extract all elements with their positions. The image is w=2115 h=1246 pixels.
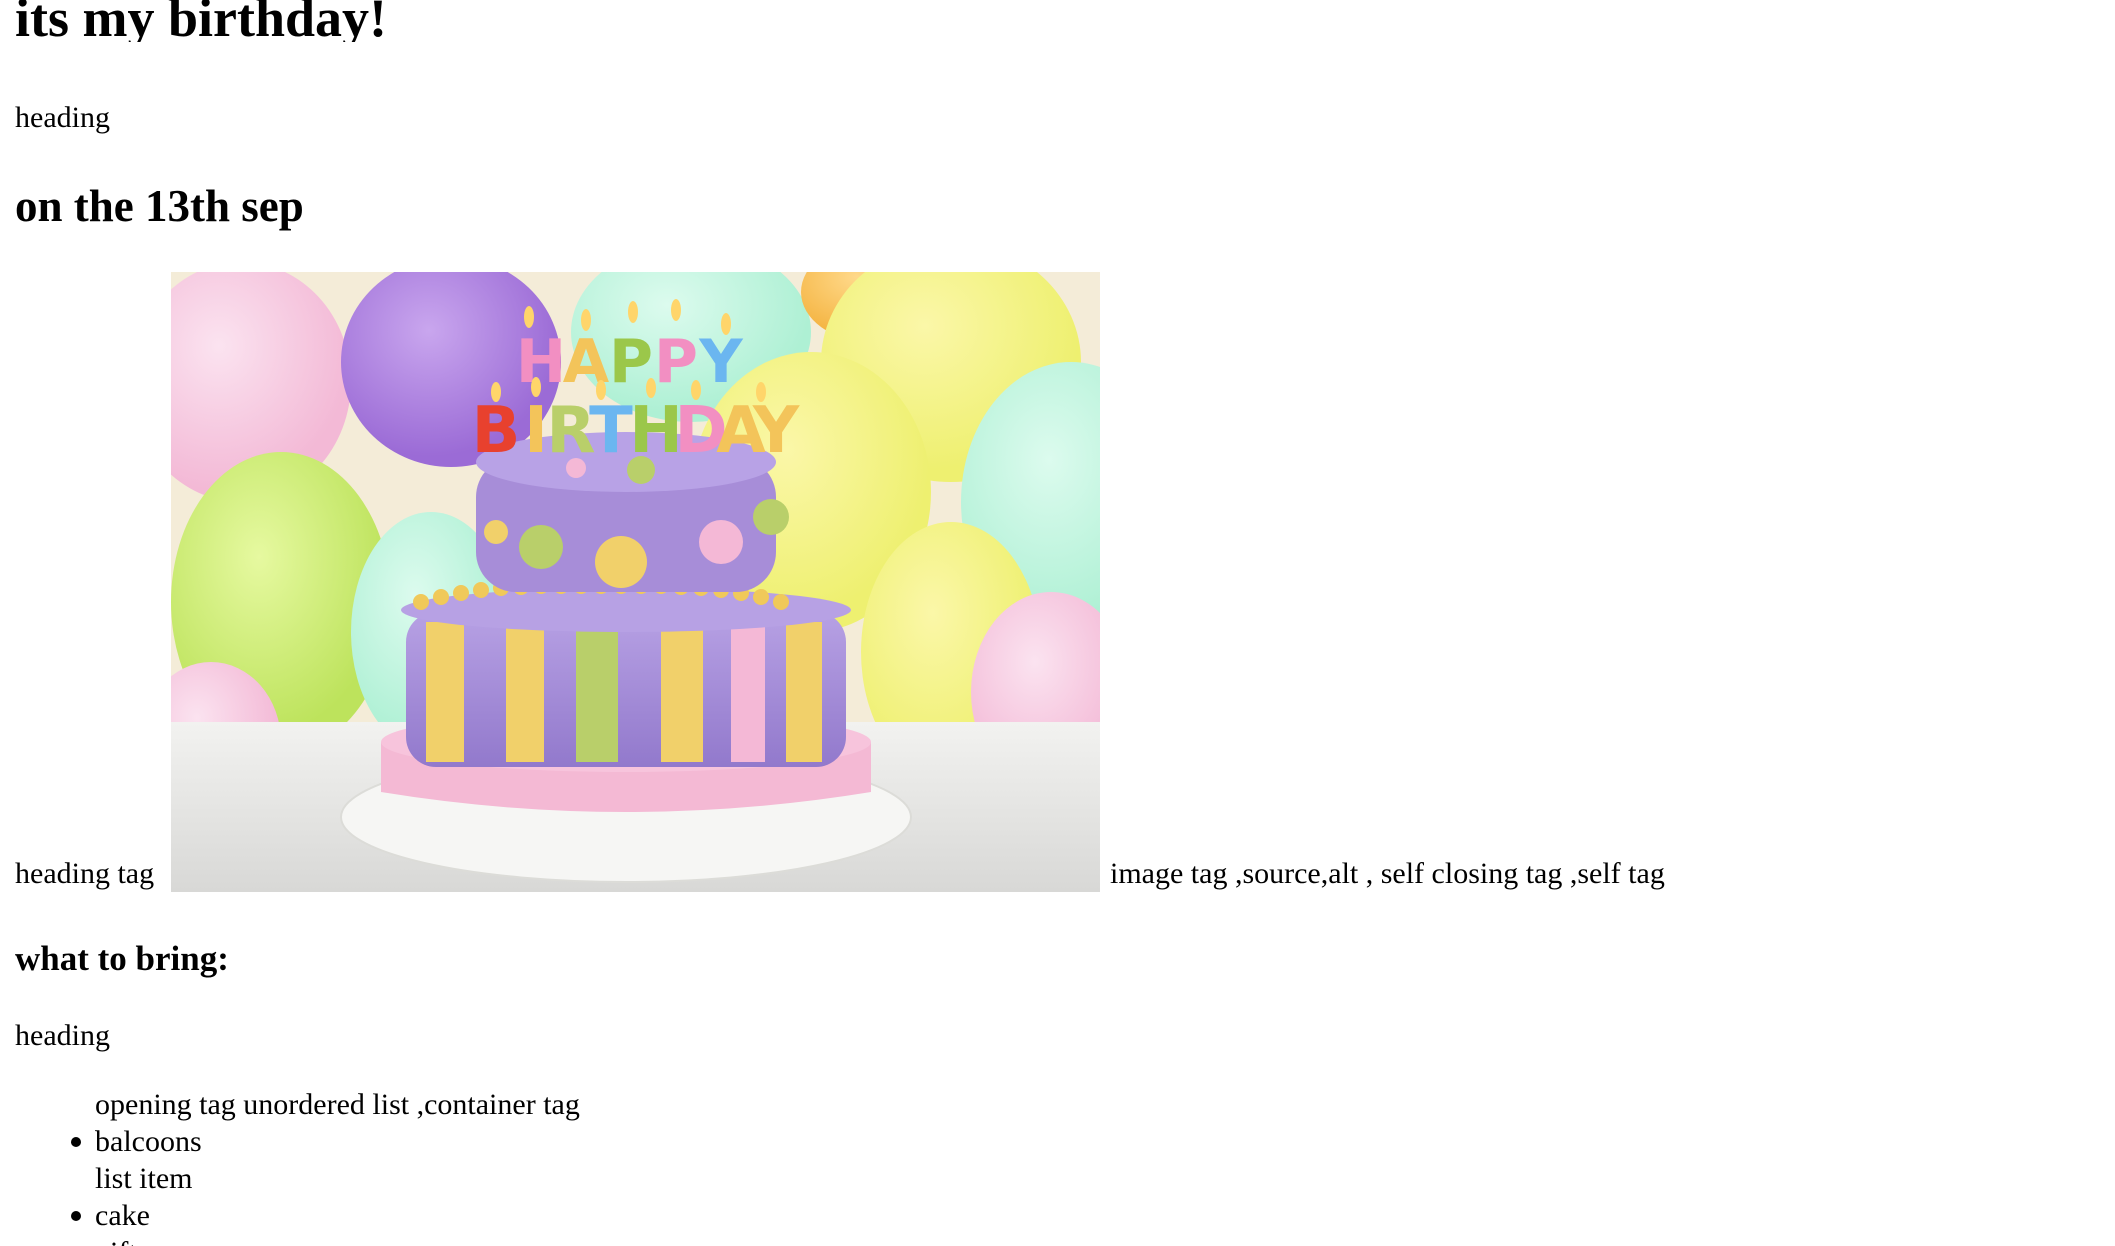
list-item-note: list item: [95, 1162, 193, 1195]
birthday-cake-image: H A P P Y B I R T H D A Y: [171, 272, 1100, 892]
svg-text:H: H: [516, 327, 566, 397]
list-item: gifts: [95, 1234, 580, 1246]
image-tag-label: image tag ,source,alt , self closing tag…: [1110, 857, 1665, 890]
bring-list: opening tag unordered list ,container ta…: [71, 1086, 580, 1246]
date-heading: on the 13th sep: [15, 181, 304, 231]
list-intro: opening tag unordered list ,container ta…: [95, 1088, 580, 1121]
list-item-label: balcoons: [95, 1125, 202, 1158]
svg-text:T: T: [589, 394, 633, 468]
bring-heading-note: heading: [15, 1019, 110, 1052]
svg-text:B: B: [472, 394, 521, 468]
svg-text:Y: Y: [752, 394, 800, 468]
image-row: heading tag H A P P Y B I R T H D A Y im…: [15, 272, 2105, 892]
page-title: its my birthday!: [15, 0, 388, 42]
bullet-icon: [71, 1137, 81, 1147]
list-item: balcoons: [71, 1123, 580, 1160]
list-item-label: cake: [95, 1199, 150, 1232]
bullet-icon: [71, 1211, 81, 1221]
page: its my birthday! heading on the 13th sep…: [15, 0, 2105, 1246]
svg-text:Y: Y: [698, 327, 744, 397]
list-item: cake: [71, 1197, 580, 1234]
heading-tag-label: heading tag: [15, 857, 155, 890]
bring-heading: what to bring:: [15, 939, 229, 978]
heading-note: heading: [15, 101, 110, 134]
svg-text:I: I: [524, 394, 548, 468]
list-item-label: gifts: [95, 1236, 148, 1246]
